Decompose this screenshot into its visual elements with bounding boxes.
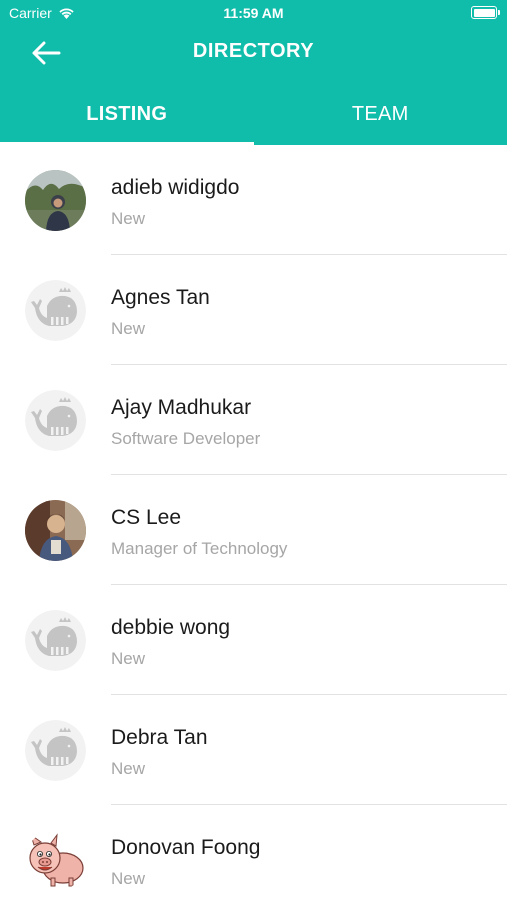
whale-placeholder-icon	[25, 280, 86, 341]
contact-row[interactable]: debbie wong New	[0, 585, 507, 695]
tab-team[interactable]: TEAM	[254, 84, 507, 145]
battery-icon	[471, 6, 500, 19]
navigation-bar: DIRECTORY	[0, 28, 507, 78]
contact-name: Debra Tan	[111, 726, 208, 749]
contact-name: CS Lee	[111, 506, 182, 529]
tab-bar: LISTING TEAM	[0, 84, 507, 145]
contact-row[interactable]: Ajay Madhukar Software Developer	[0, 365, 507, 475]
contact-name: Agnes Tan	[111, 286, 210, 309]
status-time: 11:59 AM	[223, 5, 284, 21]
contact-subtitle: New	[111, 209, 146, 228]
contact-name: debbie wong	[111, 616, 231, 639]
contact-row[interactable]: adieb widigdo New	[0, 145, 507, 255]
avatar	[25, 500, 86, 561]
contact-row[interactable]: Donovan Foong New	[0, 805, 507, 900]
page-title: DIRECTORY	[192, 40, 315, 62]
avatar	[25, 170, 86, 231]
contact-list: adieb widigdo New Agnes Tan New Ajay Mad…	[0, 145, 507, 900]
contact-name: adieb widigdo	[111, 176, 240, 199]
app-header: Carrier 11:59 AM DIRECTORY LISTING TEAM	[0, 0, 507, 145]
contact-subtitle: Manager of Technology	[111, 539, 288, 558]
contact-subtitle: Software Developer	[111, 429, 261, 448]
contact-name: Donovan Foong	[111, 836, 261, 859]
contact-subtitle: New	[111, 869, 146, 888]
contact-subtitle: New	[111, 649, 146, 668]
contact-row[interactable]: CS Lee Manager of Technology	[0, 475, 507, 585]
contact-row[interactable]: Agnes Tan New	[0, 255, 507, 365]
contact-subtitle: New	[111, 319, 146, 338]
pig-avatar-icon	[25, 830, 86, 891]
whale-placeholder-icon	[25, 390, 86, 451]
whale-placeholder-icon	[25, 610, 86, 671]
whale-placeholder-icon	[25, 720, 86, 781]
tab-listing[interactable]: LISTING	[0, 84, 254, 145]
contact-subtitle: New	[111, 759, 146, 778]
contact-row[interactable]: Debra Tan New	[0, 695, 507, 805]
contact-name: Ajay Madhukar	[111, 396, 252, 419]
status-bar: Carrier 11:59 AM	[0, 0, 507, 28]
